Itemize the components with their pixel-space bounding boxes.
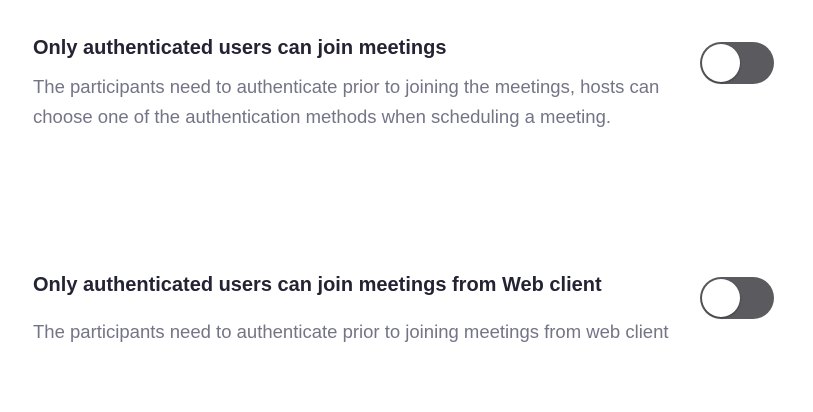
authenticated-join-toggle[interactable]	[700, 42, 774, 84]
toggle-knob	[702, 44, 740, 82]
setting-description: The participants need to authenticate pr…	[33, 76, 660, 127]
authenticated-join-web-client-toggle[interactable]	[700, 277, 774, 319]
setting-title: Only authenticated users can join meetin…	[33, 37, 447, 59]
setting-authenticated-join: Only authenticated users can join meetin…	[33, 36, 793, 132]
setting-title: Only authenticated users can join meetin…	[33, 274, 602, 296]
setting-description: The participants need to authenticate pr…	[33, 321, 669, 342]
setting-authenticated-join-web-client: Only authenticated users can join meetin…	[33, 273, 793, 347]
toggle-knob	[702, 279, 740, 317]
